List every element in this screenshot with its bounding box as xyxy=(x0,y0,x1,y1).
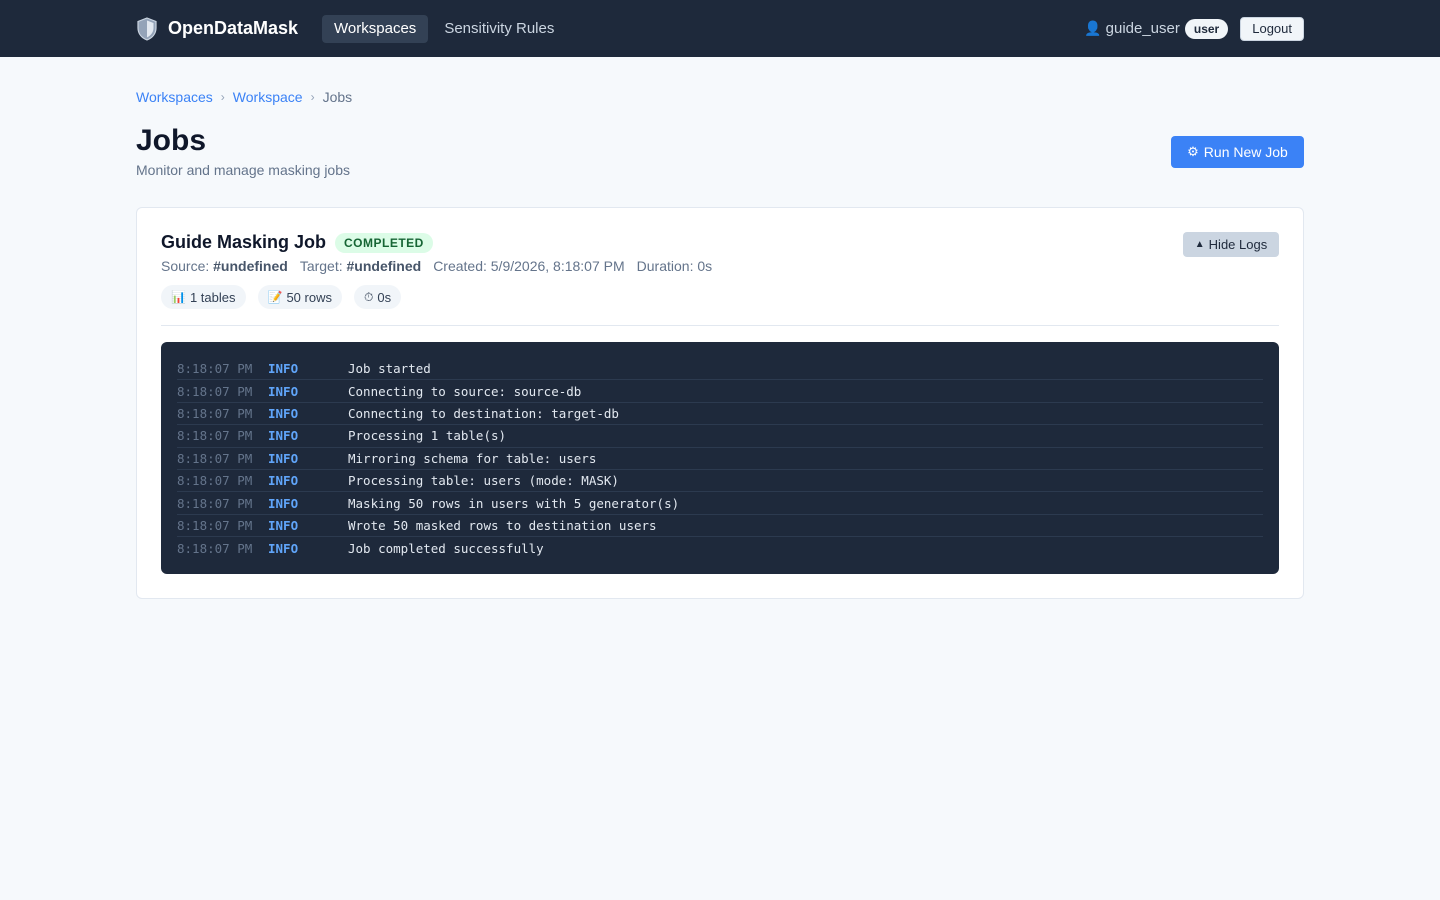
log-message: Masking 50 rows in users with 5 generato… xyxy=(348,495,680,511)
breadcrumb-workspace[interactable]: Workspace xyxy=(233,89,303,105)
log-entry: 8:18:07 PM INFO Connecting to source: so… xyxy=(177,380,1263,403)
log-time: 8:18:07 PM xyxy=(177,383,253,399)
source-value: #undefined xyxy=(213,258,288,274)
bar-chart-icon: 📊 xyxy=(171,290,186,304)
job-title: Guide Masking Job xyxy=(161,232,327,252)
chevron-up-icon: ▲ xyxy=(1194,239,1205,250)
page-title: Jobs xyxy=(136,124,207,157)
target-value: #undefined xyxy=(346,258,422,274)
log-time: 8:18:07 PM xyxy=(177,517,253,533)
stat-chip-label: 1 tables xyxy=(189,289,236,305)
top-navbar: OpenDataMask Workspaces Sensitivity Rule… xyxy=(0,0,1440,57)
log-message: Processing 1 table(s) xyxy=(348,428,507,444)
job-card: Guide Masking Job COMPLETED ▲ Hide Logs … xyxy=(136,207,1304,599)
log-entry: 8:18:07 PM INFO Wrote 50 masked rows to … xyxy=(177,515,1263,538)
job-meta: Source: #undefined Target: #undefined Cr… xyxy=(161,258,724,274)
job-duration: Duration: 0s xyxy=(636,258,713,274)
hide-logs-label: Hide Logs xyxy=(1208,237,1268,252)
logout-button[interactable]: Logout xyxy=(1240,16,1304,41)
log-message: Wrote 50 masked rows to destination user… xyxy=(348,517,657,533)
log-message: Job completed successfully xyxy=(348,540,544,556)
hide-logs-button[interactable]: ▲ Hide Logs xyxy=(1183,232,1279,257)
log-level: INFO xyxy=(268,450,299,466)
stat-chip-tables: 📊 1 tables xyxy=(161,285,246,309)
breadcrumb-workspaces[interactable]: Workspaces xyxy=(136,89,213,105)
log-message: Processing table: users (mode: MASK) xyxy=(348,473,619,489)
target-label: Target: xyxy=(299,258,343,274)
role-badge: user xyxy=(1184,18,1229,39)
log-level: INFO xyxy=(268,540,299,556)
log-time: 8:18:07 PM xyxy=(177,428,253,444)
log-level: INFO xyxy=(268,428,299,444)
log-level: INFO xyxy=(268,473,299,489)
user-icon: 👤 xyxy=(1084,20,1102,36)
nav-item-sensitivity-rules[interactable]: Sensitivity Rules xyxy=(432,15,566,43)
gear-icon: ⚙ xyxy=(1187,144,1199,159)
stat-chip-label: 0s xyxy=(377,289,392,305)
log-entry: 8:18:07 PM INFO Job completed successful… xyxy=(177,537,1263,559)
breadcrumb-current: Jobs xyxy=(322,89,353,105)
brand-name: OpenDataMask xyxy=(168,18,299,38)
divider xyxy=(161,325,1279,326)
status-badge: COMPLETED xyxy=(335,233,433,253)
log-level: INFO xyxy=(268,405,299,421)
log-message: Connecting to source: source-db xyxy=(348,383,582,399)
stat-chip-label: 50 rows xyxy=(286,289,332,305)
log-entry: 8:18:07 PM INFO Job started xyxy=(177,358,1263,381)
brand[interactable]: OpenDataMask xyxy=(136,16,299,41)
breadcrumb-separator: › xyxy=(220,90,225,104)
breadcrumb-separator: › xyxy=(310,90,315,104)
stat-chip-rows: 📝 50 rows xyxy=(257,285,342,309)
log-time: 8:18:07 PM xyxy=(177,540,253,556)
log-message: Connecting to destination: target-db xyxy=(348,405,619,421)
shield-icon xyxy=(136,16,158,41)
log-console[interactable]: 8:18:07 PM INFO Job started 8:18:07 PM I… xyxy=(161,342,1279,574)
run-new-job-button[interactable]: ⚙ Run New Job xyxy=(1171,136,1304,168)
log-message: Mirroring schema for table: users xyxy=(348,450,597,466)
log-entry: 8:18:07 PM INFO Processing 1 table(s) xyxy=(177,425,1263,448)
breadcrumb: Workspaces › Workspace › Jobs xyxy=(136,88,352,106)
log-entry: 8:18:07 PM INFO Connecting to destinatio… xyxy=(177,403,1263,426)
navbar-user-area: 👤 guide_user user Logout xyxy=(1084,16,1304,41)
log-level: INFO xyxy=(268,517,299,533)
navbar-inner: OpenDataMask Workspaces Sensitivity Rule… xyxy=(136,0,1304,57)
log-entry: 8:18:07 PM INFO Masking 50 rows in users… xyxy=(177,492,1263,515)
job-created: Created: 5/9/2026, 8:18:07 PM xyxy=(433,258,625,274)
stopwatch-icon: ⏱ xyxy=(363,289,374,304)
job-target: Target: #undefined xyxy=(300,258,421,274)
log-level: INFO xyxy=(268,361,299,377)
log-level: INFO xyxy=(268,383,299,399)
log-time: 8:18:07 PM xyxy=(177,405,253,421)
log-time: 8:18:07 PM xyxy=(177,450,253,466)
log-time: 8:18:07 PM xyxy=(177,495,253,511)
username: guide_user xyxy=(1105,20,1180,37)
nav-item-workspaces[interactable]: Workspaces xyxy=(322,14,429,43)
run-new-job-label: Run New Job xyxy=(1203,144,1288,160)
log-time: 8:18:07 PM xyxy=(177,473,253,489)
log-entry: 8:18:07 PM INFO Mirroring schema for tab… xyxy=(177,448,1263,470)
page-subtitle: Monitor and manage masking jobs xyxy=(136,162,351,178)
log-level: INFO xyxy=(268,495,299,511)
stat-chip-duration: ⏱ 0s xyxy=(353,285,402,309)
source-label: Source: xyxy=(161,258,210,274)
log-time: 8:18:07 PM xyxy=(177,361,253,377)
log-message: Job started xyxy=(348,361,431,377)
job-stats: 📊 1 tables 📝 50 rows ⏱ 0s xyxy=(161,285,413,309)
job-source: Source: #undefined xyxy=(161,258,288,274)
log-entry: 8:18:07 PM INFO Processing table: users … xyxy=(177,470,1263,493)
memo-icon: 📝 xyxy=(267,290,283,304)
